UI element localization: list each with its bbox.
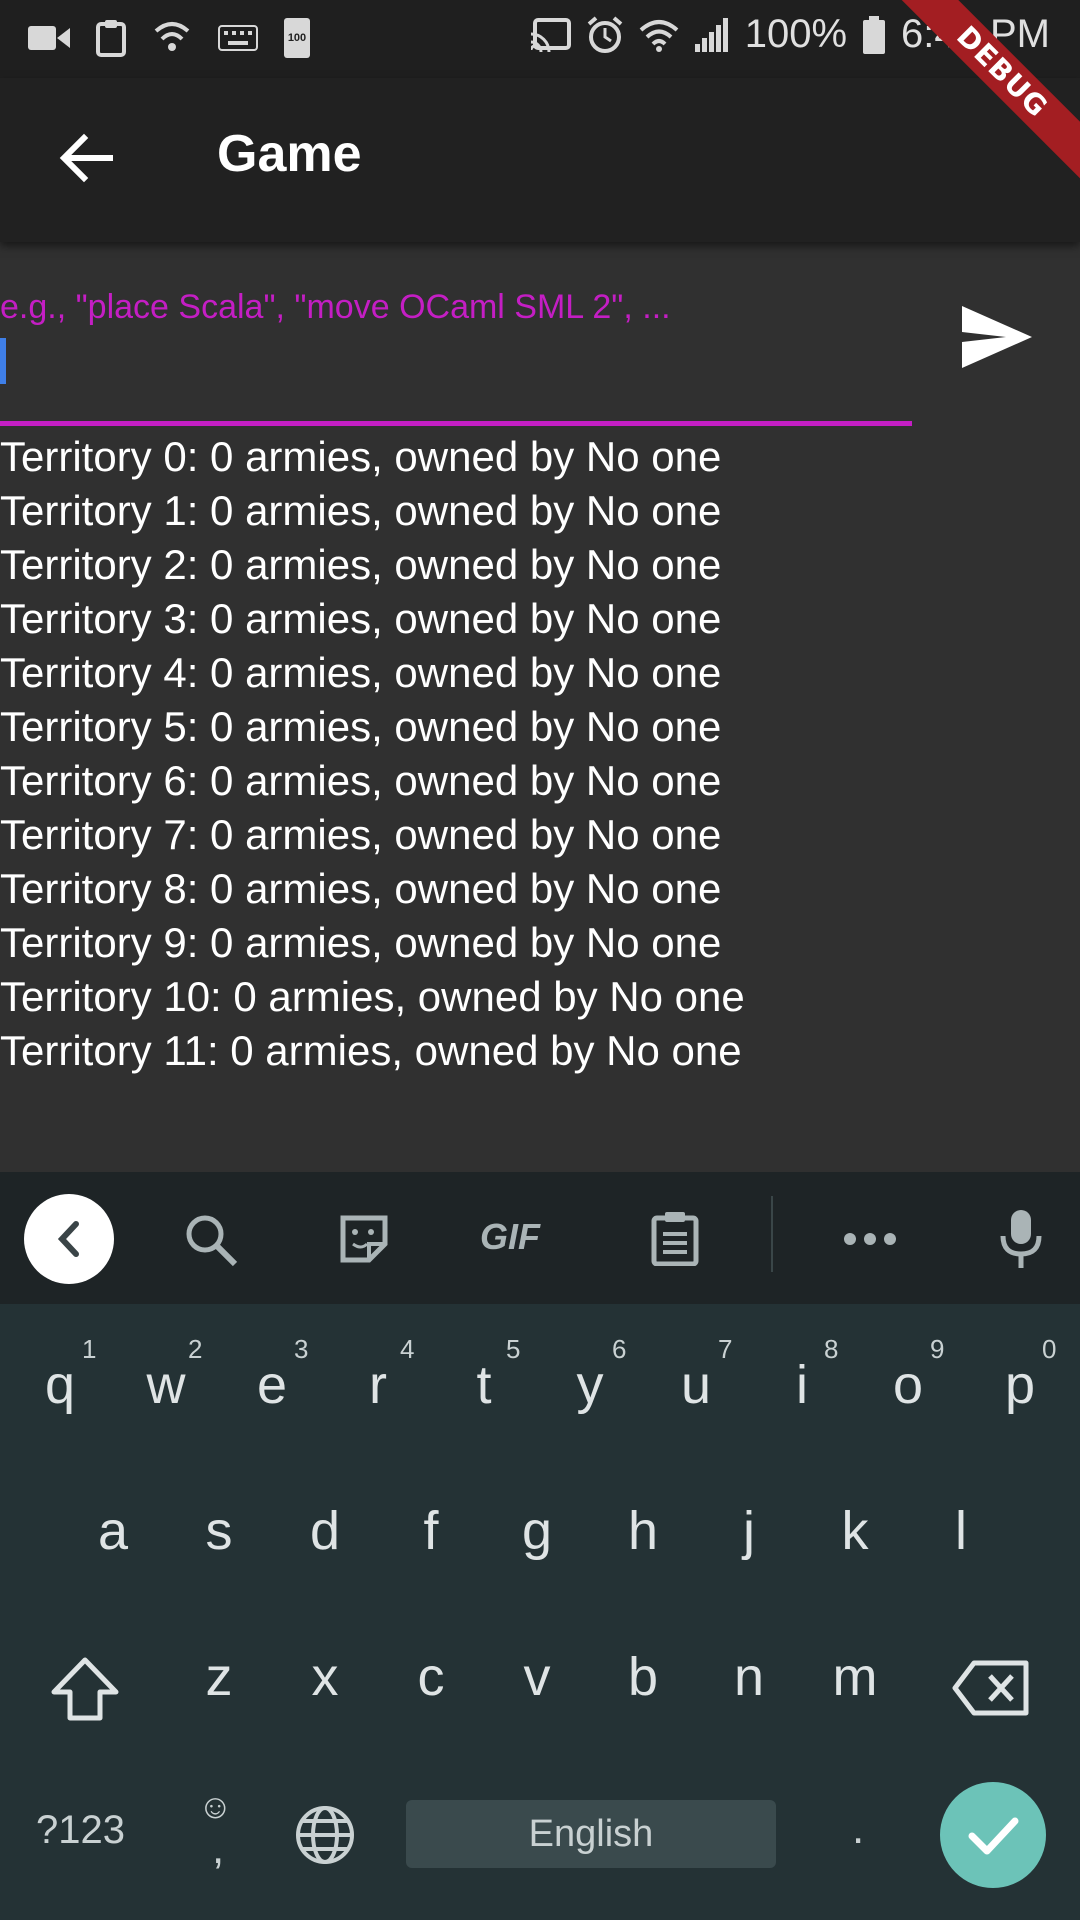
key-hint-4: 4 <box>400 1334 415 1364</box>
command-input-placeholder: e.g., "place Scala", "move OCaml SML 2",… <box>0 288 671 326</box>
toolbar-divider <box>771 1196 773 1272</box>
gif-button[interactable]: GIF <box>480 1216 540 1258</box>
key-g[interactable]: g <box>487 1500 587 1562</box>
emoji-icon[interactable]: ☺ <box>198 1788 233 1827</box>
key-k[interactable]: k <box>805 1500 905 1562</box>
key-hint-7: 7 <box>718 1334 733 1364</box>
key-x[interactable]: x <box>275 1646 375 1708</box>
enter-button[interactable] <box>940 1782 1046 1888</box>
key-hint-3: 3 <box>294 1334 309 1364</box>
wifi-call-icon <box>154 22 190 51</box>
signal-icon <box>694 17 728 52</box>
page-title: Game <box>217 125 362 183</box>
globe-icon[interactable] <box>294 1804 356 1866</box>
key-c[interactable]: c <box>381 1646 481 1708</box>
territory-list: Territory 0: 0 armies, owned by No one T… <box>0 430 745 1078</box>
key-hint-0: 0 <box>1042 1334 1057 1364</box>
list-item: Territory 11: 0 armies, owned by No one <box>0 1027 742 1074</box>
key-n[interactable]: n <box>699 1646 799 1708</box>
list-item: Territory 6: 0 armies, owned by No one <box>0 757 722 804</box>
key-f[interactable]: f <box>381 1500 481 1562</box>
command-input[interactable]: e.g., "place Scala", "move OCaml SML 2",… <box>0 270 912 430</box>
key-hint-5: 5 <box>506 1334 521 1364</box>
key-h[interactable]: h <box>593 1500 693 1562</box>
key-d[interactable]: d <box>275 1500 375 1562</box>
battery-saver-icon: 100 <box>284 18 310 58</box>
send-icon[interactable] <box>962 306 1032 368</box>
battery-icon <box>863 15 886 54</box>
list-item: Territory 2: 0 armies, owned by No one <box>0 541 722 588</box>
list-item: Territory 5: 0 armies, owned by No one <box>0 703 722 750</box>
list-item: Territory 4: 0 armies, owned by No one <box>0 649 722 696</box>
key-period[interactable]: . <box>852 1804 864 1854</box>
chevron-left-icon <box>57 1221 79 1257</box>
cast-icon <box>530 17 571 52</box>
symbols-key[interactable]: ?123 <box>36 1808 125 1853</box>
key-m[interactable]: m <box>805 1646 905 1708</box>
key-b[interactable]: b <box>593 1646 693 1708</box>
key-l[interactable]: l <box>911 1500 1011 1562</box>
keyboard: q w e r t y u i o p 1 2 3 4 5 6 7 8 9 0 … <box>0 1304 1080 1920</box>
key-hint-2: 2 <box>188 1334 203 1364</box>
list-item: Territory 8: 0 armies, owned by No one <box>0 865 722 912</box>
key-z[interactable]: z <box>169 1646 269 1708</box>
battery-saver-label: 100 <box>287 32 307 44</box>
key-s[interactable]: s <box>169 1500 269 1562</box>
back-arrow-icon[interactable] <box>58 130 114 186</box>
key-a[interactable]: a <box>63 1500 163 1562</box>
more-icon[interactable] <box>843 1232 897 1246</box>
checkmark-icon <box>968 1817 1019 1855</box>
video-camera-icon <box>28 26 70 50</box>
list-item: Territory 0: 0 armies, owned by No one <box>0 433 722 480</box>
clipboard-icon <box>96 20 126 57</box>
keyboard-toolbar: GIF <box>0 1172 1080 1304</box>
keyboard-icon <box>218 25 258 51</box>
list-item: Territory 9: 0 armies, owned by No one <box>0 919 722 966</box>
key-hint-8: 8 <box>824 1334 839 1364</box>
notification-icons: 100 <box>28 18 310 58</box>
key-j[interactable]: j <box>699 1500 799 1562</box>
toolbar-collapse-button[interactable] <box>24 1194 114 1284</box>
input-underline <box>0 421 912 426</box>
list-item: Territory 10: 0 armies, owned by No one <box>0 973 745 1020</box>
list-item: Territory 3: 0 armies, owned by No one <box>0 595 722 642</box>
app-bar: Game <box>0 78 1080 242</box>
search-icon[interactable] <box>183 1212 239 1268</box>
battery-percent: 100% <box>744 12 848 56</box>
clipboard-icon[interactable] <box>650 1210 700 1266</box>
list-item: Territory 1: 0 armies, owned by No one <box>0 487 722 534</box>
key-hint-1: 1 <box>82 1334 97 1364</box>
alarm-icon <box>587 15 623 53</box>
microphone-icon[interactable] <box>1000 1208 1042 1270</box>
list-item: Territory 7: 0 armies, owned by No one <box>0 811 722 858</box>
wifi-icon <box>639 19 679 52</box>
backspace-icon[interactable] <box>952 1660 1030 1716</box>
key-comma[interactable]: , <box>212 1824 224 1874</box>
space-bar[interactable]: English <box>406 1800 776 1868</box>
sticker-icon[interactable] <box>337 1212 391 1266</box>
shift-icon[interactable] <box>50 1656 120 1722</box>
key-hint-9: 9 <box>930 1334 945 1364</box>
text-cursor <box>0 338 6 384</box>
key-hint-6: 6 <box>612 1334 627 1364</box>
key-v[interactable]: v <box>487 1646 587 1708</box>
